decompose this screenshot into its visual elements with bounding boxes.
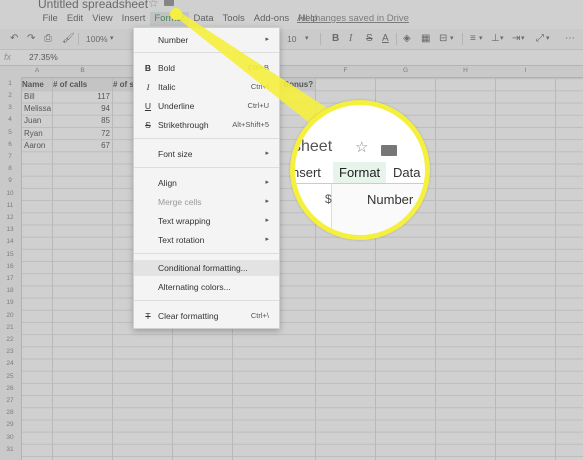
underline-icon: U [144, 101, 152, 111]
zoom-menu-bar: nsert Format Data [295, 162, 425, 184]
menu-item-label: Strikethrough [158, 120, 209, 130]
strikethrough-icon: S [145, 120, 151, 130]
menu-item-label: Clear formatting [158, 311, 219, 321]
dim-overlay [0, 0, 583, 460]
menu-item-alternating-colors[interactable]: Alternating colors... [134, 279, 279, 295]
menu-item-number[interactable]: Number ▸ [134, 32, 279, 48]
submenu-arrow-icon: ▸ [265, 236, 269, 243]
submenu-arrow-icon: ▸ [265, 179, 269, 186]
submenu-arrow-icon: ▸ [265, 150, 269, 157]
menu-item-text-wrapping[interactable]: Text wrapping ▸ [134, 213, 279, 229]
zoom-menu-format: Format [333, 162, 387, 184]
zoom-folder-icon [381, 145, 397, 156]
menu-item-clear-formatting[interactable]: T Clear formatting Ctrl+\ [134, 308, 279, 324]
zoom-star-icon: ☆ [355, 139, 369, 156]
shortcut-label: Alt+Shift+5 [232, 120, 269, 129]
menu-item-label: Italic [158, 82, 176, 92]
shortcut-label: Ctrl+U [247, 101, 269, 110]
zoom-title-fragment: sheet [293, 138, 333, 155]
menu-item-label: Align [158, 178, 177, 188]
zoom-dollar: $ [325, 192, 332, 206]
menu-item-label: Text rotation [158, 235, 205, 245]
submenu-arrow-icon: ▸ [265, 36, 269, 43]
submenu-arrow-icon: ▸ [265, 217, 269, 224]
format-menu: Number ▸ B Bold Ctrl+B I Italic Ctrl+I U… [133, 27, 280, 329]
menu-item-font-size[interactable]: Font size ▸ [134, 146, 279, 162]
menu-item-label: Bold [158, 63, 176, 73]
italic-icon: I [146, 82, 150, 92]
menu-item-strikethrough[interactable]: S Strikethrough Alt+Shift+5 [134, 117, 279, 133]
menu-item-merge-cells: Merge cells ▸ [134, 194, 279, 210]
clear-formatting-icon: T [145, 311, 151, 321]
menu-item-italic[interactable]: I Italic Ctrl+I [134, 79, 279, 95]
submenu-arrow-icon: ▸ [265, 198, 269, 205]
menu-item-underline[interactable]: U Underline Ctrl+U [134, 98, 279, 114]
menu-item-label: Alternating colors... [158, 282, 231, 292]
shortcut-label: Ctrl+\ [250, 311, 269, 320]
menu-item-label: Underline [158, 101, 195, 111]
menu-item-text-rotation[interactable]: Text rotation ▸ [134, 232, 279, 248]
shortcut-label: Ctrl+I [250, 82, 269, 91]
zoom-number-label: Number [367, 192, 414, 207]
menu-item-label: Font size [158, 149, 193, 159]
magnifier-callout: sheet ☆ nsert Format Data $ Number [290, 100, 430, 240]
menu-item-label: Text wrapping [158, 216, 211, 226]
menu-item-label: Conditional formatting... [158, 263, 248, 273]
bold-icon: B [144, 63, 152, 73]
shortcut-label: Ctrl+B [247, 63, 269, 72]
menu-item-align[interactable]: Align ▸ [134, 175, 279, 191]
menu-item-conditional-formatting[interactable]: Conditional formatting... [134, 260, 279, 276]
menu-item-label: Number [158, 35, 189, 45]
zoom-menu-insert: nsert [292, 165, 321, 180]
zoom-menu-data: Data [393, 165, 421, 180]
menu-item-label: Merge cells [158, 197, 202, 207]
menu-item-bold[interactable]: B Bold Ctrl+B [134, 60, 279, 76]
